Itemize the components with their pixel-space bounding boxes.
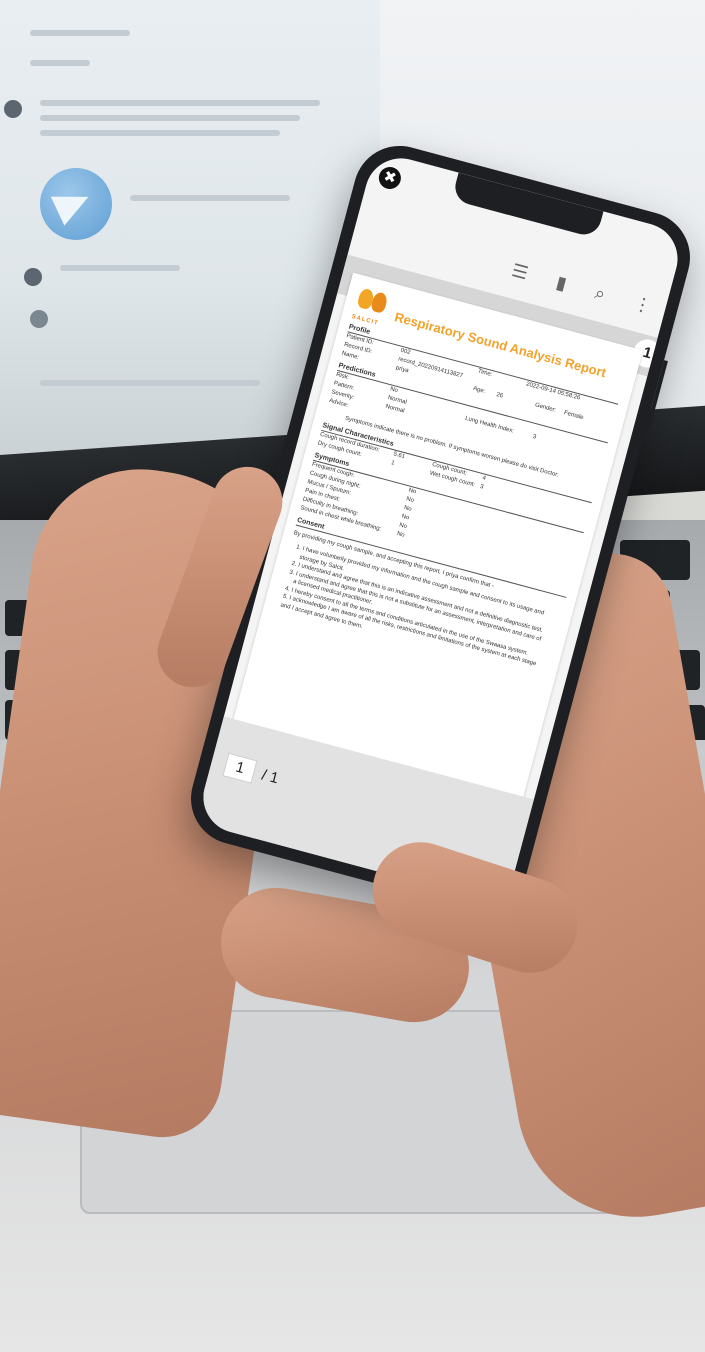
chat-line [30,30,130,36]
chat-line [40,115,300,121]
avatar [24,268,42,286]
chat-line [40,130,280,136]
wet-count-value: 3 [479,483,485,491]
avatar [4,100,22,118]
chat-line [130,195,290,201]
search-icon[interactable]: ⌕ [593,282,608,305]
avatar [30,310,48,328]
chat-line [60,265,180,271]
outline-icon[interactable]: ☰ [509,260,531,284]
chat-line [40,380,260,386]
more-options-icon[interactable]: ⋮ [631,292,655,317]
close-button[interactable]: ✖ [376,164,404,192]
lung-index-value: 3 [531,433,537,441]
chat-line [30,60,90,66]
bookmark-icon[interactable]: ▮ [554,272,569,295]
symptom-value: No [396,531,406,539]
chat-line [40,100,320,106]
